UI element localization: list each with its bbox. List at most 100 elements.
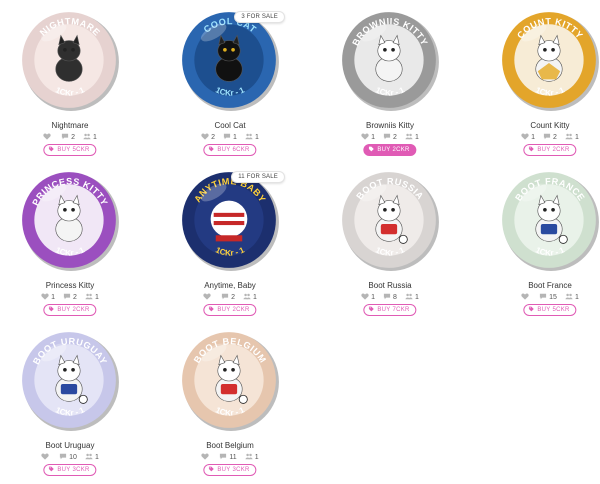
owners-count: 1 (574, 294, 579, 301)
buy-button[interactable]: BUY 6CKR (203, 144, 257, 156)
comment-stat[interactable]: 2 (63, 293, 77, 302)
comment-stat[interactable]: 2 (383, 133, 397, 142)
comment-stat[interactable]: 2 (543, 133, 557, 142)
coin-card[interactable]: COUNT KITTY 1CKr - 1 Count Kitty 1 2 1 BUY 2CK… (485, 4, 600, 164)
heart-stat[interactable] (201, 453, 211, 462)
owners-stat[interactable]: 1 (85, 453, 99, 462)
coin-image[interactable]: BOOT FRANCE 1CKr - 1 (499, 168, 600, 274)
coin-name[interactable]: Boot Russia (325, 281, 455, 290)
coin-stats: 11 1 (165, 453, 295, 462)
coin-name[interactable]: Anytime, Baby (165, 281, 295, 290)
owners-stat[interactable]: 1 (565, 133, 579, 142)
coin-image[interactable]: BOOT RUSSIA 1CKr - 1 (339, 168, 441, 274)
comment-stat[interactable]: 10 (59, 453, 77, 462)
coin-name[interactable]: Boot Belgium (165, 441, 295, 450)
heart-stat[interactable]: 2 (201, 133, 215, 142)
coin-card[interactable]: BROWNIIS KITTY 1CKr - 1 Browniis Kitty 1 2 1 B… (325, 4, 455, 164)
coin-image[interactable]: NIGHTMARE 1CKr - 1 (19, 8, 121, 114)
buy-label: BUY 5CKR (537, 307, 570, 313)
coin-name[interactable]: Count Kitty (485, 121, 600, 130)
coin-name[interactable]: Cool Cat (165, 121, 295, 130)
coin-stats: 1 2 1 (5, 293, 135, 302)
comment-icon (219, 453, 227, 462)
comment-stat[interactable]: 11 (219, 453, 237, 462)
owners-icon (565, 133, 573, 142)
owners-stat[interactable]: 1 (243, 293, 257, 302)
comment-stat[interactable]: 1 (223, 133, 237, 142)
heart-stat[interactable]: 1 (361, 293, 375, 302)
coin-card[interactable]: BOOT BELGIUM 1CKr - 1 Boot Belgium 11 1 BUY 3… (165, 324, 295, 484)
coin-image[interactable]: ANYTIME BABY1CKr - 111 FOR SALE (179, 168, 285, 274)
heart-stat[interactable] (203, 293, 213, 302)
owners-count: 1 (94, 454, 99, 461)
coin-name[interactable]: Nightmare (5, 121, 135, 130)
heart-stat[interactable]: 1 (361, 133, 375, 142)
heart-icon (203, 293, 211, 302)
coin-image[interactable]: BOOT URUGUAY 1CKr - 1 (19, 328, 121, 434)
owners-stat[interactable]: 1 (405, 133, 419, 142)
buy-button[interactable]: BUY 2CKR (523, 144, 577, 156)
coin-stats: 2 1 1 (165, 133, 295, 142)
owners-stat[interactable]: 1 (245, 453, 259, 462)
comment-stat[interactable]: 2 (61, 133, 75, 142)
coin-name[interactable]: Boot France (485, 281, 600, 290)
heart-icon (43, 133, 51, 142)
coin-card[interactable]: PRINCESS KITTY 1CKr - 1 Princess Kitty 1 2 1 B… (5, 164, 135, 324)
owners-stat[interactable]: 1 (83, 133, 97, 142)
heart-stat[interactable] (43, 133, 53, 142)
owners-stat[interactable]: 1 (565, 293, 579, 302)
coin-card[interactable]: BOOT FRANCE 1CKr - 1 Boot France 15 1 BUY 5CK… (485, 164, 600, 324)
coin-card[interactable]: NIGHTMARE 1CKr - 1 Nightmare 2 1 BUY 5CKR (5, 4, 135, 164)
coin-image[interactable]: COUNT KITTY 1CKr - 1 (499, 8, 600, 114)
owners-stat[interactable]: 1 (405, 293, 419, 302)
comment-icon (59, 453, 67, 462)
buy-button[interactable]: BUY 2CKR (43, 304, 97, 316)
coin-image[interactable]: PRINCESS KITTY 1CKr - 1 (19, 168, 121, 274)
buy-label: BUY 2CKR (377, 147, 410, 153)
tag-icon (48, 146, 54, 154)
comment-count: 2 (553, 134, 557, 141)
buy-button[interactable]: BUY 3CKR (203, 464, 257, 476)
buy-button[interactable]: BUY 5CKR (43, 144, 97, 156)
buy-button[interactable]: BUY 2CKR (203, 304, 257, 316)
heart-stat[interactable]: 1 (41, 293, 55, 302)
tag-icon (48, 466, 54, 474)
buy-button[interactable]: BUY 2CKR (363, 144, 417, 156)
coin-image[interactable]: BOOT BELGIUM 1CKr - 1 (179, 328, 281, 434)
coin-stats: 15 1 (485, 293, 600, 302)
tag-icon (368, 146, 374, 154)
owners-stat[interactable]: 1 (245, 133, 259, 142)
buy-label: BUY 5CKR (57, 147, 90, 153)
comment-count: 8 (393, 294, 397, 301)
coin-card[interactable]: BOOT URUGUAY 1CKr - 1 Boot Uruguay 10 1 BUY 3… (5, 324, 135, 484)
coin-card[interactable]: BOOT RUSSIA 1CKr - 1 Boot Russia 1 8 1 BUY 7CK… (325, 164, 455, 324)
tag-icon (208, 466, 214, 474)
owners-icon (85, 293, 93, 302)
comment-stat[interactable]: 15 (539, 293, 557, 302)
comment-stat[interactable]: 8 (383, 293, 397, 302)
coin-stats: 1 8 1 (325, 293, 455, 302)
for-sale-badge: 11 FOR SALE (231, 171, 285, 183)
comment-count: 10 (69, 454, 77, 461)
buy-button[interactable]: BUY 7CKR (363, 304, 417, 316)
heart-stat[interactable] (521, 293, 531, 302)
buy-button[interactable]: BUY 3CKR (43, 464, 97, 476)
comment-icon (383, 133, 391, 142)
coin-name[interactable]: Princess Kitty (5, 281, 135, 290)
owners-count: 1 (414, 294, 419, 301)
heart-stat[interactable]: 1 (521, 133, 535, 142)
coin-image[interactable]: COOL CAT1CKr - 13 FOR SALE (179, 8, 285, 114)
heart-stat[interactable] (41, 453, 51, 462)
buy-button[interactable]: BUY 5CKR (523, 304, 577, 316)
comment-stat[interactable]: 2 (221, 293, 235, 302)
coin-image[interactable]: BROWNIIS KITTY 1CKr - 1 (339, 8, 441, 114)
buy-label: BUY 2CKR (217, 307, 250, 313)
coin-name[interactable]: Browniis Kitty (325, 121, 455, 130)
coin-card[interactable]: COOL CAT1CKr - 13 FOR SALE Cool Cat 2 1 1 BUY… (165, 4, 295, 164)
coin-card[interactable]: ANYTIME BABY1CKr - 111 FOR SALE Anytime, … (165, 164, 295, 324)
coin-name[interactable]: Boot Uruguay (5, 441, 135, 450)
owners-count: 1 (93, 134, 97, 141)
buy-label: BUY 3CKR (57, 467, 90, 473)
owners-stat[interactable]: 1 (85, 293, 99, 302)
heart-count: 1 (531, 134, 536, 141)
